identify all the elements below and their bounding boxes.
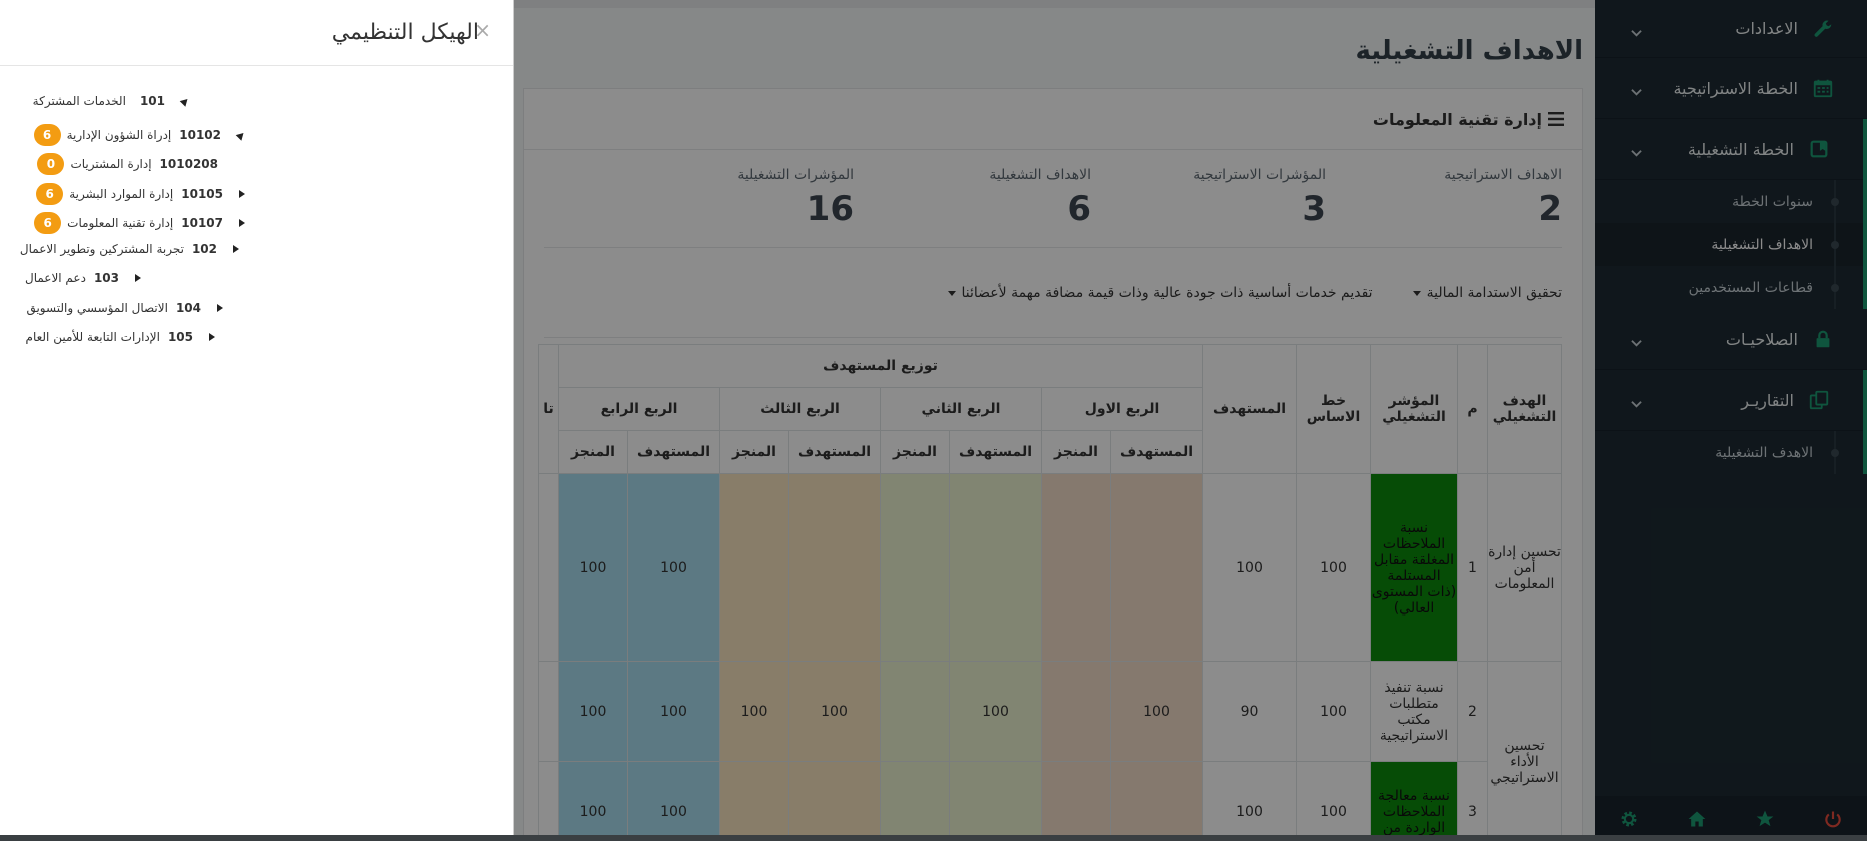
node-label: الخدمات المشتركة <box>32 94 126 108</box>
caret-closed-icon[interactable] <box>209 333 215 341</box>
node-label: إدارة تقنية المعلومات <box>67 216 174 230</box>
node-label: دعم الاعمال <box>24 271 86 285</box>
tree-node[interactable]: 104 الاتصال المؤسسي والتسويق <box>26 301 223 315</box>
count-badge: 6 <box>33 124 61 146</box>
node-code: 1010208 <box>159 157 218 171</box>
node-label: إدراة الشؤون الإدارية <box>66 128 172 142</box>
caret-open-icon[interactable] <box>179 95 191 107</box>
node-code: 105 <box>167 330 193 344</box>
node-label: إدارة المشتريات <box>70 157 152 171</box>
caret-closed-icon[interactable] <box>239 219 245 227</box>
tree-node[interactable]: 103 دعم الاعمال <box>25 271 141 285</box>
node-label: الاتصال المؤسسي والتسويق <box>26 301 168 315</box>
tree-node[interactable]: 1010208 إدارة المشتريات 0 <box>37 153 226 175</box>
modal-title: الهيكل التنظيمي <box>331 20 479 45</box>
modal-backdrop[interactable] <box>514 0 1867 841</box>
modal-header: × الهيكل التنظيمي <box>0 0 513 66</box>
tree-node[interactable]: 10105 إدارة الموارد البشرية 6 <box>36 183 245 205</box>
tree-node[interactable]: 10107 إدارة تقنية المعلومات 6 <box>34 212 245 234</box>
node-code: 101 <box>139 94 165 108</box>
caret-open-icon[interactable] <box>235 129 247 141</box>
caret-closed-icon[interactable] <box>239 190 245 198</box>
node-code: 104 <box>175 301 201 315</box>
node-label: تجربة المشتركين وتطوير الاعمال <box>19 242 184 256</box>
tree-node[interactable]: 10102 إدراة الشؤون الإدارية 6 <box>33 124 247 146</box>
node-label: الإدارات التابعة للأمين العام <box>25 330 160 344</box>
caret-closed-icon[interactable] <box>135 274 141 282</box>
count-badge: 6 <box>36 183 64 205</box>
tree-node[interactable]: 105 الإدارات التابعة للأمين العام <box>26 330 215 344</box>
count-badge: 0 <box>37 153 65 175</box>
node-code: 10102 <box>179 128 221 142</box>
bottom-scrollbar <box>0 835 1867 841</box>
node-code: 102 <box>191 242 217 256</box>
node-code: 10107 <box>181 216 223 230</box>
caret-closed-icon[interactable] <box>233 245 239 253</box>
tree-node[interactable]: 101 الخدمات المشتركة <box>32 94 191 108</box>
org-structure-modal: × الهيكل التنظيمي 101 الخدمات المشتركة 1… <box>0 0 514 835</box>
node-label: إدارة الموارد البشرية <box>69 187 174 201</box>
count-badge: 6 <box>34 212 62 234</box>
node-code: 103 <box>93 271 119 285</box>
caret-closed-icon[interactable] <box>217 304 223 312</box>
tree-node[interactable]: 102 تجربة المشتركين وتطوير الاعمال <box>20 242 239 256</box>
node-code: 10105 <box>181 187 223 201</box>
